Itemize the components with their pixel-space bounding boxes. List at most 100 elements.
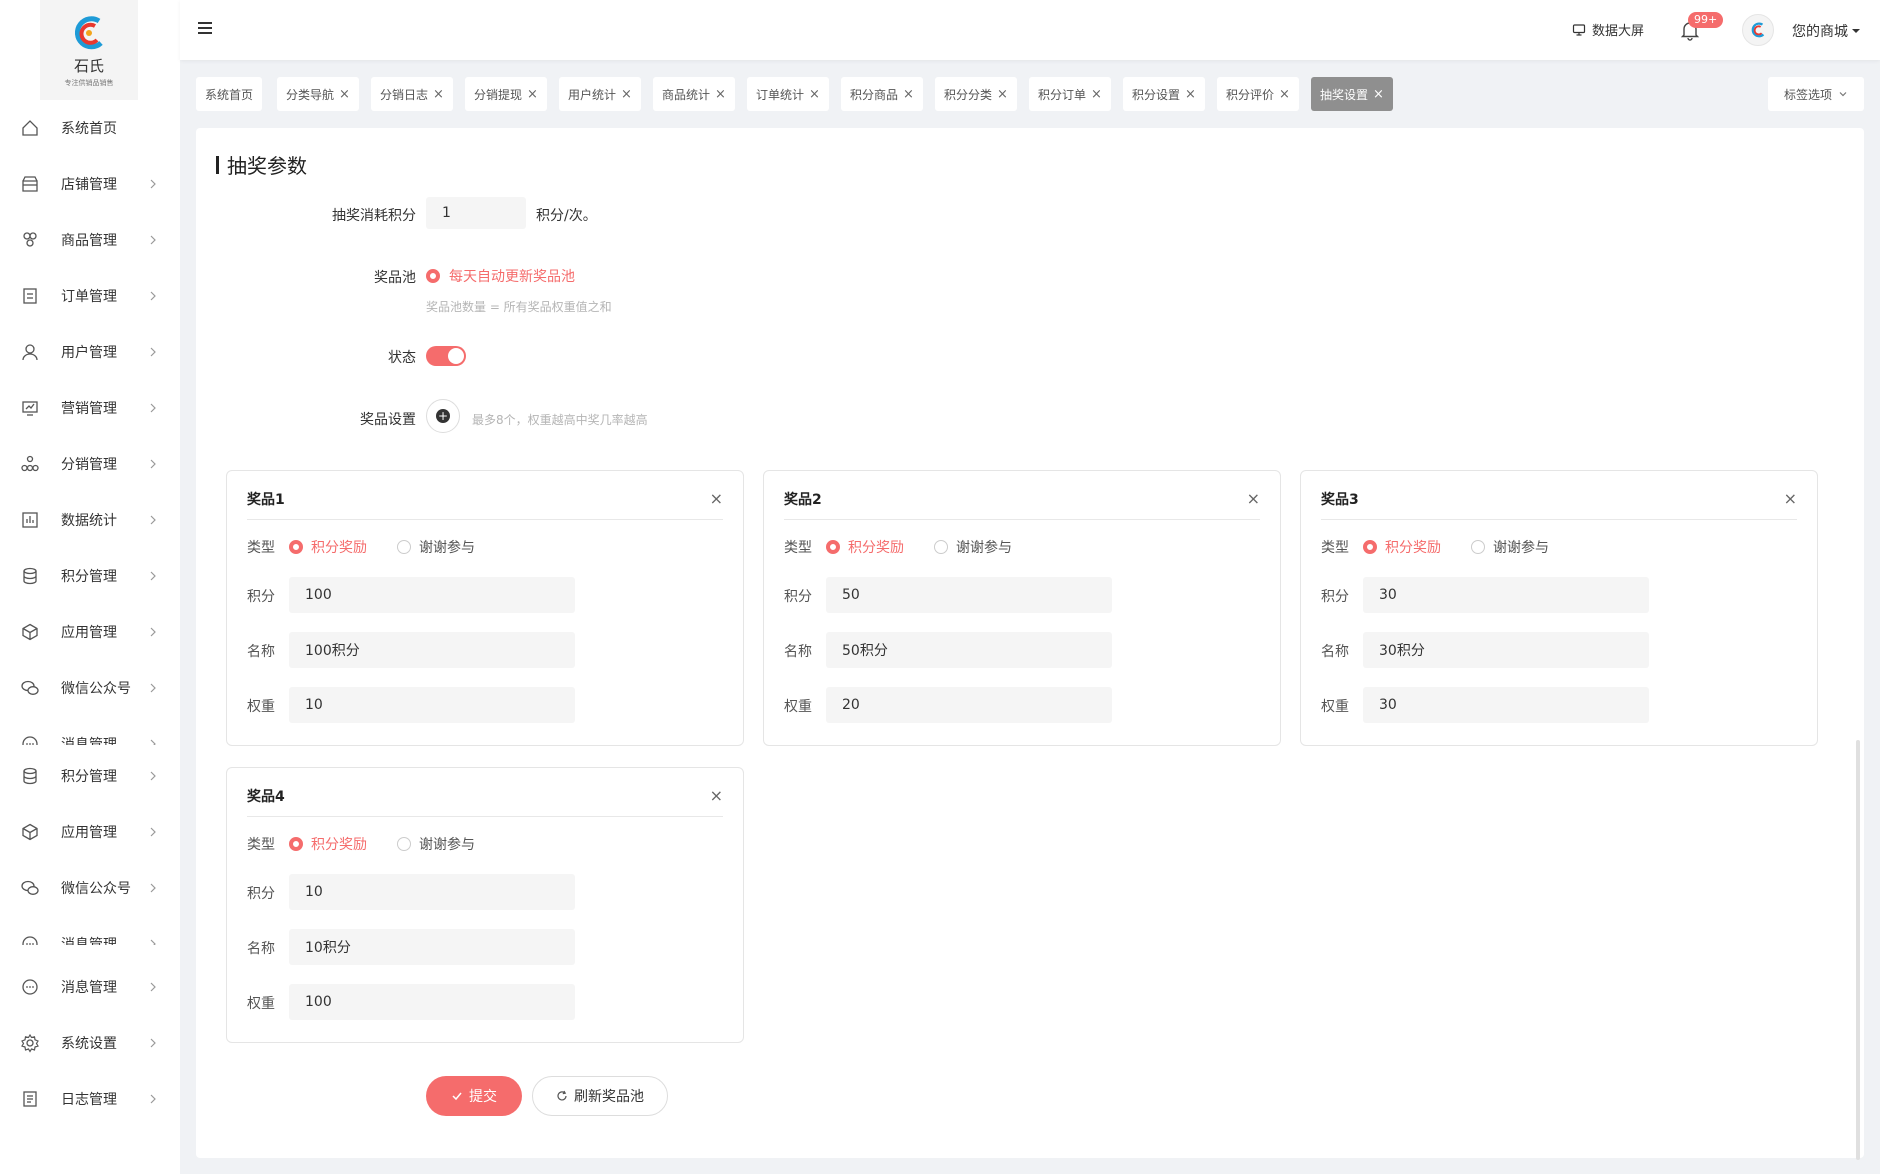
- sidebar-item[interactable]: 消息管理: [0, 735, 180, 745]
- type-option-thanks[interactable]: 谢谢参与: [397, 537, 475, 557]
- sidebar-item[interactable]: 应用管理: [0, 817, 180, 847]
- sidebar-item[interactable]: 积分管理: [0, 561, 180, 591]
- tab-item[interactable]: 积分订单 ×: [1029, 77, 1111, 111]
- type-option-points[interactable]: 积分奖励: [289, 834, 367, 854]
- close-icon[interactable]: ×: [1279, 87, 1290, 102]
- weight-input[interactable]: 30: [1363, 687, 1649, 723]
- points-input[interactable]: 30: [1363, 577, 1649, 613]
- pool-radio-daily[interactable]: 每天自动更新奖品池: [426, 266, 575, 286]
- name-label: 名称: [784, 644, 812, 660]
- close-icon[interactable]: ×: [527, 87, 538, 102]
- weight-input[interactable]: 100: [289, 984, 575, 1020]
- type-option-thanks[interactable]: 谢谢参与: [934, 537, 1012, 557]
- sidebar-item[interactable]: 微信公众号: [0, 873, 180, 903]
- refresh-pool-button[interactable]: 刷新奖品池: [532, 1076, 668, 1116]
- database-icon: [23, 567, 37, 585]
- sidebar-item[interactable]: 应用管理: [0, 617, 180, 647]
- sidebar-item[interactable]: 店铺管理: [0, 169, 180, 199]
- close-icon[interactable]: ×: [433, 87, 444, 102]
- tab-item[interactable]: 分销日志 ×: [371, 77, 453, 111]
- points-value: 100: [305, 587, 332, 603]
- add-prize-button[interactable]: +: [426, 399, 460, 433]
- tab-item[interactable]: 订单统计 ×: [747, 77, 829, 111]
- radio-empty-icon: [397, 837, 411, 851]
- close-icon[interactable]: ×: [1091, 87, 1102, 102]
- close-icon[interactable]: ×: [809, 87, 820, 102]
- points-label: 积分: [784, 589, 812, 605]
- close-icon[interactable]: ×: [1373, 87, 1384, 102]
- name-input[interactable]: 10积分: [289, 929, 575, 965]
- close-icon[interactable]: ×: [903, 87, 914, 102]
- tab-item[interactable]: 系统首页: [196, 77, 263, 111]
- type-option-label: 谢谢参与: [419, 837, 475, 853]
- sidebar-item[interactable]: 数据统计: [0, 505, 180, 535]
- weight-input[interactable]: 20: [826, 687, 1112, 723]
- tab-item[interactable]: 积分商品 ×: [841, 77, 923, 111]
- avatar[interactable]: [1742, 14, 1774, 46]
- close-icon[interactable]: ×: [715, 87, 726, 102]
- points-input[interactable]: 10: [289, 874, 575, 910]
- refresh-label: 刷新奖品池: [574, 1089, 644, 1105]
- type-option-points[interactable]: 积分奖励: [826, 537, 904, 557]
- database-icon: [23, 767, 37, 785]
- tab-label: 抽奖设置: [1320, 87, 1369, 102]
- shop-dropdown[interactable]: 您的商城: [1792, 21, 1861, 41]
- sidebar-item[interactable]: 商品管理: [0, 225, 180, 255]
- close-icon[interactable]: ×: [997, 87, 1008, 102]
- name-input[interactable]: 30积分: [1363, 632, 1649, 668]
- sidebar-item[interactable]: 消息管理: [0, 972, 180, 1002]
- sidebar-item-label: 订单管理: [61, 289, 117, 305]
- close-icon[interactable]: ×: [1247, 489, 1260, 508]
- type-radio-group: 积分奖励 谢谢参与: [289, 537, 497, 557]
- close-icon[interactable]: ×: [710, 489, 723, 508]
- sidebar-item[interactable]: 营销管理: [0, 393, 180, 423]
- prize-setting-hint: 最多8个，权重越高中奖几率越高: [472, 413, 648, 427]
- tab-item[interactable]: 分销提现 ×: [465, 77, 547, 111]
- logo[interactable]: 石氏 专注供销品销售: [40, 0, 138, 100]
- sidebar-item[interactable]: 积分管理: [0, 761, 180, 791]
- sidebar-item[interactable]: 日志管理: [0, 1084, 180, 1114]
- name-input[interactable]: 100积分: [289, 632, 575, 668]
- type-option-points[interactable]: 积分奖励: [289, 537, 367, 557]
- home-icon: [22, 120, 38, 136]
- close-icon[interactable]: ×: [339, 87, 350, 102]
- tab-item[interactable]: 分类导航 ×: [277, 77, 359, 111]
- scrollbar[interactable]: [1856, 740, 1860, 1160]
- data-screen-link[interactable]: 数据大屏: [1572, 20, 1644, 39]
- tab-item[interactable]: 积分设置 ×: [1123, 77, 1205, 111]
- close-icon[interactable]: ×: [1784, 489, 1797, 508]
- tab-item[interactable]: 抽奖设置 ×: [1311, 77, 1393, 111]
- sidebar-item[interactable]: 分销管理: [0, 449, 180, 479]
- close-icon[interactable]: ×: [1185, 87, 1196, 102]
- sidebar-item[interactable]: 用户管理: [0, 337, 180, 367]
- menu-toggle-icon[interactable]: [198, 22, 212, 36]
- order-icon: [23, 288, 37, 304]
- sidebar-item[interactable]: 系统首页: [0, 113, 180, 143]
- points-input[interactable]: 50: [826, 577, 1112, 613]
- close-icon[interactable]: ×: [621, 87, 632, 102]
- tab-item[interactable]: 积分分类 ×: [935, 77, 1017, 111]
- sidebar-item[interactable]: 订单管理: [0, 281, 180, 311]
- points-input[interactable]: 100: [289, 577, 575, 613]
- tab-item[interactable]: 用户统计 ×: [559, 77, 641, 111]
- cost-input[interactable]: 1: [426, 197, 526, 229]
- name-input[interactable]: 50积分: [826, 632, 1112, 668]
- sidebar-item[interactable]: 消息管理: [0, 935, 180, 945]
- sidebar-item[interactable]: 微信公众号: [0, 673, 180, 703]
- sidebar-item-label: 日志管理: [61, 1092, 117, 1108]
- type-radio-group: 积分奖励 谢谢参与: [826, 537, 1034, 557]
- chevron-right-icon: [150, 1094, 156, 1104]
- tag-options-button[interactable]: 标签选项: [1768, 77, 1864, 111]
- sidebar-item-label: 商品管理: [61, 233, 117, 249]
- type-option-thanks[interactable]: 谢谢参与: [1471, 537, 1549, 557]
- message-icon: [22, 736, 38, 745]
- tab-item[interactable]: 积分评价 ×: [1217, 77, 1299, 111]
- tab-item[interactable]: 商品统计 ×: [653, 77, 735, 111]
- submit-button[interactable]: 提交: [426, 1076, 522, 1116]
- weight-input[interactable]: 10: [289, 687, 575, 723]
- sidebar-item[interactable]: 系统设置: [0, 1028, 180, 1058]
- type-option-points[interactable]: 积分奖励: [1363, 537, 1441, 557]
- status-switch[interactable]: [426, 346, 466, 366]
- close-icon[interactable]: ×: [710, 786, 723, 805]
- type-option-thanks[interactable]: 谢谢参与: [397, 834, 475, 854]
